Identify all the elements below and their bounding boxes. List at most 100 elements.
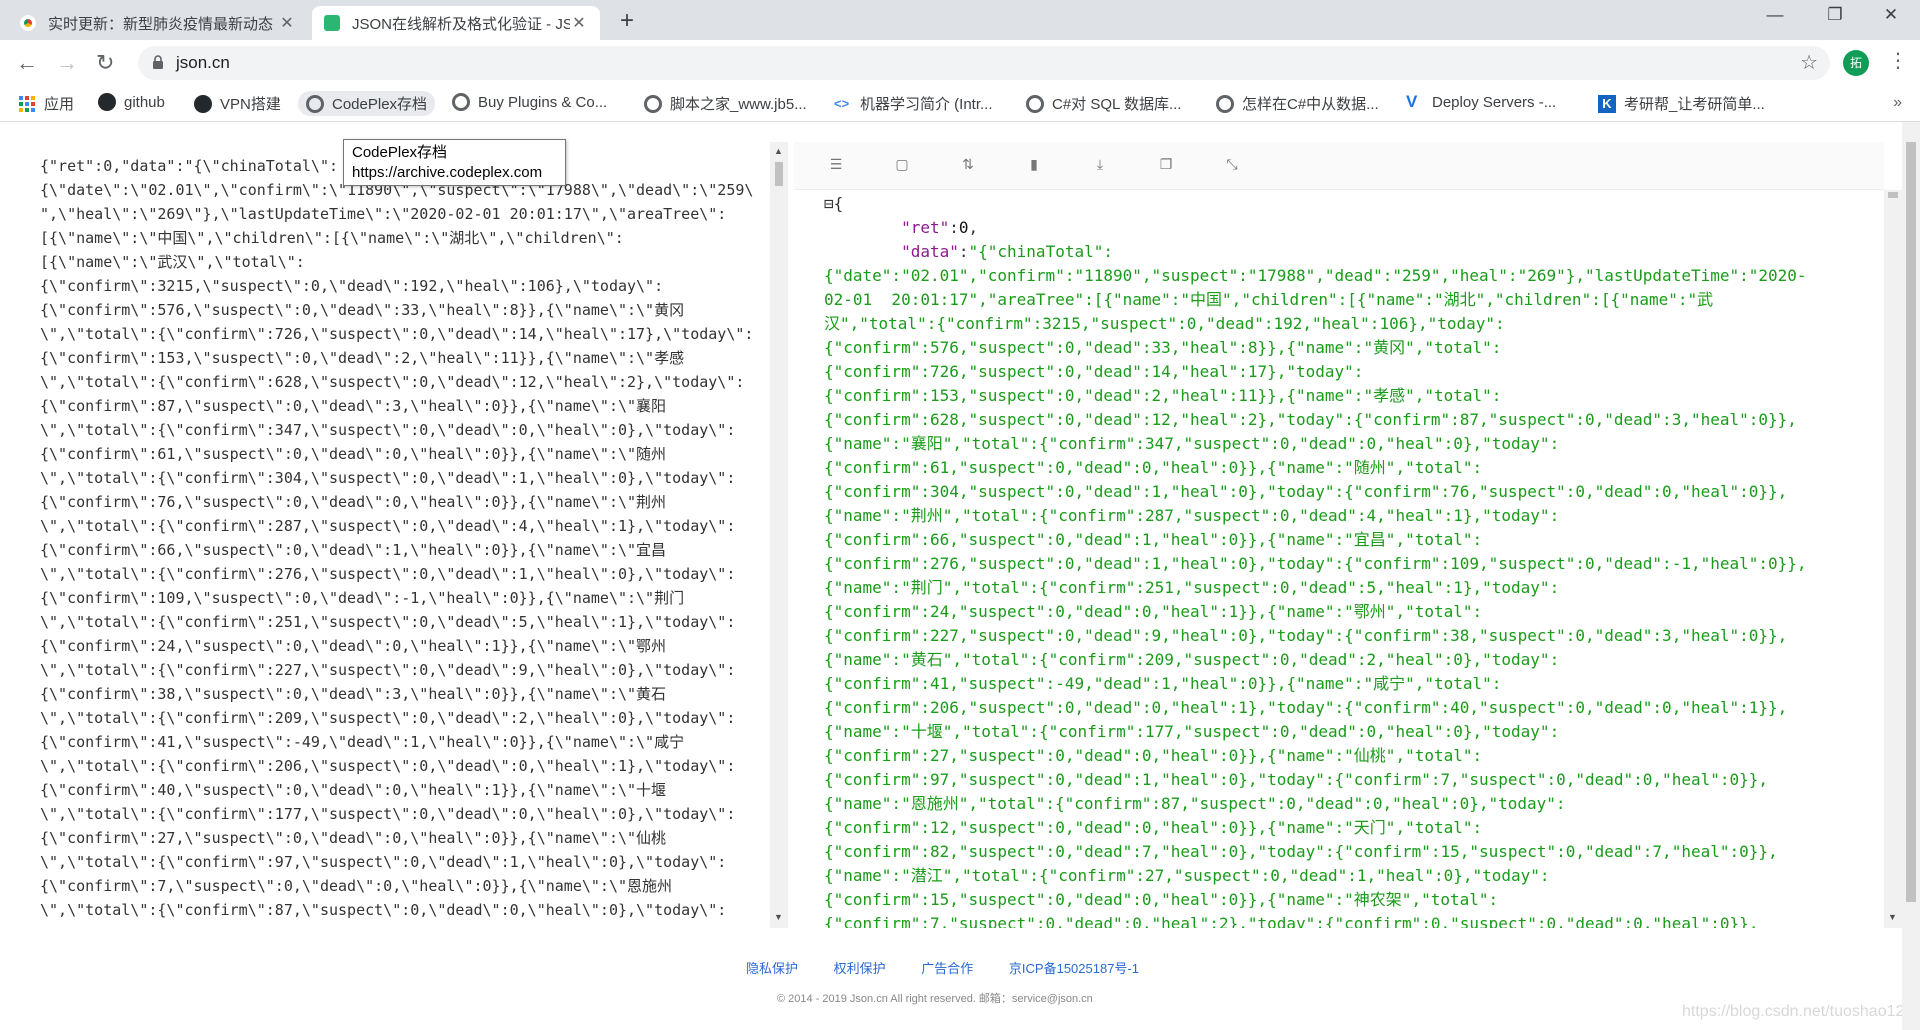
json-string-line: 02-01 20:01:17","areaTree":[{"name":"中国"… xyxy=(824,290,1714,309)
globe-icon xyxy=(452,93,470,111)
footer-link-ads[interactable]: 广告合作 xyxy=(921,961,973,976)
json-string-line: {"confirm":61,"suspect":0,"dead":0,"heal… xyxy=(824,458,1483,477)
tab-news[interactable]: 实时更新：新型肺炎疫情最新动态 ✕ xyxy=(8,6,308,40)
editor-scroll-thumb[interactable] xyxy=(775,162,783,186)
footer-link-icp[interactable]: 京ICP备15025187号-1 xyxy=(1009,961,1139,976)
bookmark-csharp-sql[interactable]: C#对 SQL 数据库... xyxy=(1026,93,1181,114)
minimize-button[interactable]: — xyxy=(1752,5,1798,25)
raw-json-line: \",\"total\":{\"confirm\":97,\"suspect\"… xyxy=(40,853,727,871)
compress-icon[interactable]: ⤡ xyxy=(1224,156,1240,172)
page-scrollbar[interactable] xyxy=(1902,122,1920,1030)
formatted-view-scrollbar[interactable]: ▼ xyxy=(1884,190,1902,928)
raw-json-line: {\"confirm\":61,\"suspect\":0,\"dead\":0… xyxy=(40,445,667,463)
raw-json-line: {\"confirm\":38,\"suspect\":0,\"dead\":3… xyxy=(40,685,667,703)
raw-json-line: \",\"total\":{\"confirm\":206,\"suspect\… xyxy=(40,757,736,775)
csdn-watermark: https://blog.csdn.net/tuoshao123 xyxy=(1682,1003,1914,1020)
file-icon[interactable]: ▢ xyxy=(894,156,910,172)
scroll-down-icon[interactable]: ▼ xyxy=(1888,912,1897,922)
raw-json-line: \",\"total\":{\"confirm\":209,\"suspect\… xyxy=(40,709,736,727)
bookmark-deploy-servers[interactable]: V Deploy Servers -... xyxy=(1406,93,1556,111)
bookmark-label: 脚本之家_www.jb5... xyxy=(670,96,807,113)
formatted-json-view[interactable]: ⊟{ "ret":0, "data":"{"chinaTotal": {"dat… xyxy=(794,190,1884,928)
editor-scrollbar[interactable]: ▲ ▼ xyxy=(770,142,788,928)
tab-close-icon[interactable]: ✕ xyxy=(278,13,296,33)
raw-json-line: {\"confirm\":66,\"suspect\":0,\"dead\":1… xyxy=(40,541,667,559)
formatted-scroll-thumb[interactable] xyxy=(1888,192,1898,198)
new-tab-button[interactable]: + xyxy=(620,7,634,35)
raw-json-line: {\"confirm\":41,\"suspect\":-49,\"dead\"… xyxy=(40,733,685,751)
back-button[interactable]: ← xyxy=(16,50,38,76)
json-string-line: {"confirm":12,"suspect":0,"dead":0,"heal… xyxy=(824,818,1483,837)
close-window-button[interactable]: ✕ xyxy=(1868,5,1914,25)
json-string-line: {"confirm":227,"suspect":0,"dead":9,"hea… xyxy=(824,626,1788,645)
bookmark-codeplex[interactable]: CodePlex存档 xyxy=(298,91,436,116)
json-favicon-icon xyxy=(324,15,340,31)
bookmark-github[interactable]: github xyxy=(98,93,165,111)
json-value-ret: 0 xyxy=(958,218,969,237)
raw-json-line: \",\"total\":{\"confirm\":304,\"suspect\… xyxy=(40,469,736,487)
json-string-line: {"name":"荆门","total":{"confirm":251,"sus… xyxy=(824,578,1560,597)
scroll-up-icon[interactable]: ▲ xyxy=(774,146,783,156)
raw-json-line: {\"confirm\":24,\"suspect\":0,\"dead\":0… xyxy=(40,637,667,655)
forward-button[interactable]: → xyxy=(56,50,78,76)
profile-avatar[interactable]: 拓 xyxy=(1843,50,1869,76)
sort-icon[interactable]: ⇅ xyxy=(960,156,976,172)
json-string-line: {"name":"恩施州","total":{"confirm":87,"sus… xyxy=(824,794,1566,813)
bookmark-ml-intro[interactable]: <> 机器学习简介 (Intr... xyxy=(834,93,993,114)
raw-json-line: \",\"total\":{\"confirm\":347,\"suspect\… xyxy=(40,421,736,439)
download-icon[interactable]: ⤓ xyxy=(1092,156,1108,172)
raw-json-line: ",\"heal\":\"269\"},\"lastUpdateTime\":\… xyxy=(40,205,727,223)
json-string-line: {"name":"十堰","total":{"confirm":177,"sus… xyxy=(824,722,1560,741)
scroll-down-icon[interactable]: ▼ xyxy=(774,912,783,922)
json-string-line: "{"chinaTotal": xyxy=(968,242,1114,261)
copy-icon[interactable]: ❐ xyxy=(1158,156,1174,172)
url-text[interactable]: json.cn xyxy=(176,53,230,73)
json-string-line: {"confirm":628,"suspect":0,"dead":12,"he… xyxy=(824,410,1797,429)
tab-close-icon[interactable]: ✕ xyxy=(570,13,588,33)
reload-button[interactable]: ↻ xyxy=(96,50,114,76)
globe-icon xyxy=(1216,94,1234,113)
browser-menu-icon[interactable]: ⋮ xyxy=(1888,48,1908,73)
bookmark-vpn[interactable]: VPN搭建 xyxy=(194,93,281,114)
formatter-toolbar: ☰ ▢ ⇅ ▮ ⤓ ❐ ⤡ xyxy=(794,142,1884,190)
bookmark-jb51[interactable]: 脚本之家_www.jb5... xyxy=(644,93,807,114)
bookmark-csharp-data[interactable]: 怎样在C#中从数据... xyxy=(1216,93,1379,114)
page-footer: 隐私保护 权利保护 广告合作 京ICP备15025187号-1 © 2014 -… xyxy=(0,928,1920,1030)
page-scroll-thumb[interactable] xyxy=(1906,142,1916,902)
bookmark-kaoyan[interactable]: K 考研帮_让考研简单... xyxy=(1598,93,1765,114)
collapse-brace[interactable]: ⊟{ xyxy=(824,194,843,213)
raw-json-line: \",\"total\":{\"confirm\":628,\"suspect\… xyxy=(40,373,745,391)
maximize-button[interactable]: ❐ xyxy=(1812,5,1858,25)
raw-json-line: \",\"total\":{\"confirm\":726,\"suspect\… xyxy=(40,325,754,343)
json-string-line: {"name":"荆州","total":{"confirm":287,"sus… xyxy=(824,506,1560,525)
bookmark-buy-plugins[interactable]: Buy Plugins & Co... xyxy=(452,93,607,111)
footer-link-rights[interactable]: 权利保护 xyxy=(834,961,886,976)
globe-icon xyxy=(644,94,662,113)
json-string-line: {"confirm":726,"suspect":0,"dead":14,"he… xyxy=(824,362,1364,381)
raw-json-line: \",\"total\":{\"confirm\":251,\"suspect\… xyxy=(40,613,736,631)
bookmark-star-icon[interactable]: ☆ xyxy=(1800,50,1818,75)
github-icon xyxy=(194,94,212,113)
bookmark-label: 怎样在C#中从数据... xyxy=(1242,96,1379,113)
raw-json-text[interactable]: {"ret":0,"data":"{\"chinaTotal\": {\"date… xyxy=(40,154,770,922)
bookmark-label: 考研帮_让考研简单... xyxy=(1624,96,1765,113)
json-string-line: {"name":"襄阳","total":{"confirm":347,"sus… xyxy=(824,434,1560,453)
raw-json-line: {\"confirm\":87,\"suspect\":0,\"dead\":3… xyxy=(40,397,667,415)
tab-title: JSON在线解析及格式化验证 - JSON.cn xyxy=(352,15,570,33)
raw-json-line: \",\"total\":{\"confirm\":87,\"suspect\"… xyxy=(40,901,727,919)
bookmark-label: 机器学习简介 (Intr... xyxy=(860,96,993,113)
database-icon[interactable]: ☰ xyxy=(828,156,844,172)
footer-link-privacy[interactable]: 隐私保护 xyxy=(746,961,798,976)
tooltip-title: CodePlex存档 xyxy=(352,144,448,161)
json-string-line: {"confirm":7,"suspect":0,"dead":0,"heal"… xyxy=(824,914,1759,928)
raw-json-editor[interactable]: {"ret":0,"data":"{\"chinaTotal\": {\"date… xyxy=(0,142,788,928)
trash-icon[interactable]: ▮ xyxy=(1026,156,1042,172)
bookmarks-bar: 应用 github VPN搭建 CodePlex存档 Buy Plugins &… xyxy=(0,86,1920,122)
address-bar[interactable]: json.cn ☆ xyxy=(138,46,1830,80)
bookmarks-overflow-button[interactable]: » xyxy=(1893,94,1902,112)
chrome-favicon-icon xyxy=(19,14,37,32)
bookmark-apps[interactable]: 应用 xyxy=(18,93,74,114)
bookmark-label: Deploy Servers -... xyxy=(1432,93,1557,111)
tab-json[interactable]: JSON在线解析及格式化验证 - JSON.cn ✕ xyxy=(312,6,600,40)
bookmark-label: Buy Plugins & Co... xyxy=(478,93,608,111)
